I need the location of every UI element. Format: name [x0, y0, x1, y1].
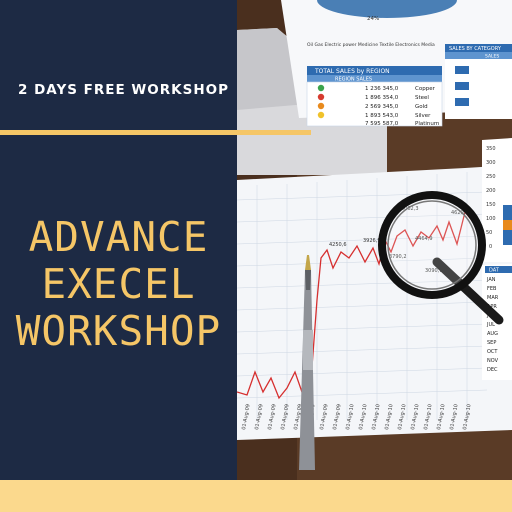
y-tick-1: 300 [486, 160, 496, 166]
month-0: JAN [486, 277, 496, 283]
photo-illustration: 24% Oil Gas Electric power Medicine Text… [237, 0, 512, 480]
table-header: TOTAL SALES by REGION [314, 68, 390, 75]
y-tick-3: 200 [486, 188, 496, 194]
y-tick-2: 250 [486, 174, 496, 180]
table-row-label-1: Steel [415, 95, 429, 101]
left-panel: 2 DAYS FREE WORKSHOP ADVANCE EXECEL WORK… [0, 0, 237, 480]
month-6: AUG [487, 331, 498, 337]
y-tick-0: 350 [486, 146, 496, 152]
table-row-label-0: Copper [415, 86, 436, 92]
table-row-value-1: 1 896 354,0 [365, 95, 399, 101]
y-tick-6: 50 [486, 230, 492, 236]
chart-label-2: 4250,6 [329, 242, 347, 248]
workshop-subtitle: 2 DAYS FREE WORKSHOP [18, 82, 230, 98]
table-row-label-4: Platinum [415, 121, 439, 127]
table-row-value-2: 2 569 345,0 [365, 104, 399, 110]
title-line-2: EXECEL [41, 260, 196, 308]
table-subheader: REGION SALES [335, 77, 372, 83]
y-tick-4: 150 [486, 202, 496, 208]
month-9: NOV [487, 358, 499, 364]
title-line-1: ADVANCE [28, 213, 209, 261]
workshop-title: ADVANCE EXECEL WORKSHOP [0, 214, 237, 355]
month-7: SEP [487, 340, 496, 346]
table-row-value-3: 1 893 543,0 [365, 113, 399, 119]
pie-percent-label: 24% [367, 16, 379, 22]
table-row-value-4: 7 595 587,0 [365, 121, 399, 127]
y-tick-5: 100 [486, 216, 496, 222]
pie-legend: Oil Gas Electric power Medicine Textile … [307, 42, 435, 48]
y-tick-7: 0 [489, 244, 492, 250]
month-5: JUL [486, 322, 495, 328]
side-header: SALES BY CATEGORY [449, 46, 502, 52]
month-8: OCT [487, 349, 498, 355]
table-row-label-3: Silver [415, 113, 431, 119]
title-line-3: WORKSHOP [15, 307, 222, 355]
months-header: DAT [489, 268, 500, 274]
table-row-label-2: Gold [415, 104, 428, 110]
month-2: MAR [487, 295, 499, 301]
bottom-accent-bar [0, 480, 512, 512]
month-10: DEC [487, 367, 498, 373]
side-subheader: SALES [485, 54, 499, 60]
month-1: FEB [487, 286, 497, 292]
chart-label-4: 3926,9 [363, 238, 381, 244]
table-row-value-0: 1 236 345,0 [365, 86, 399, 92]
gold-divider [0, 130, 311, 135]
spreadsheet-photo: 24% Oil Gas Electric power Medicine Text… [237, 0, 512, 480]
